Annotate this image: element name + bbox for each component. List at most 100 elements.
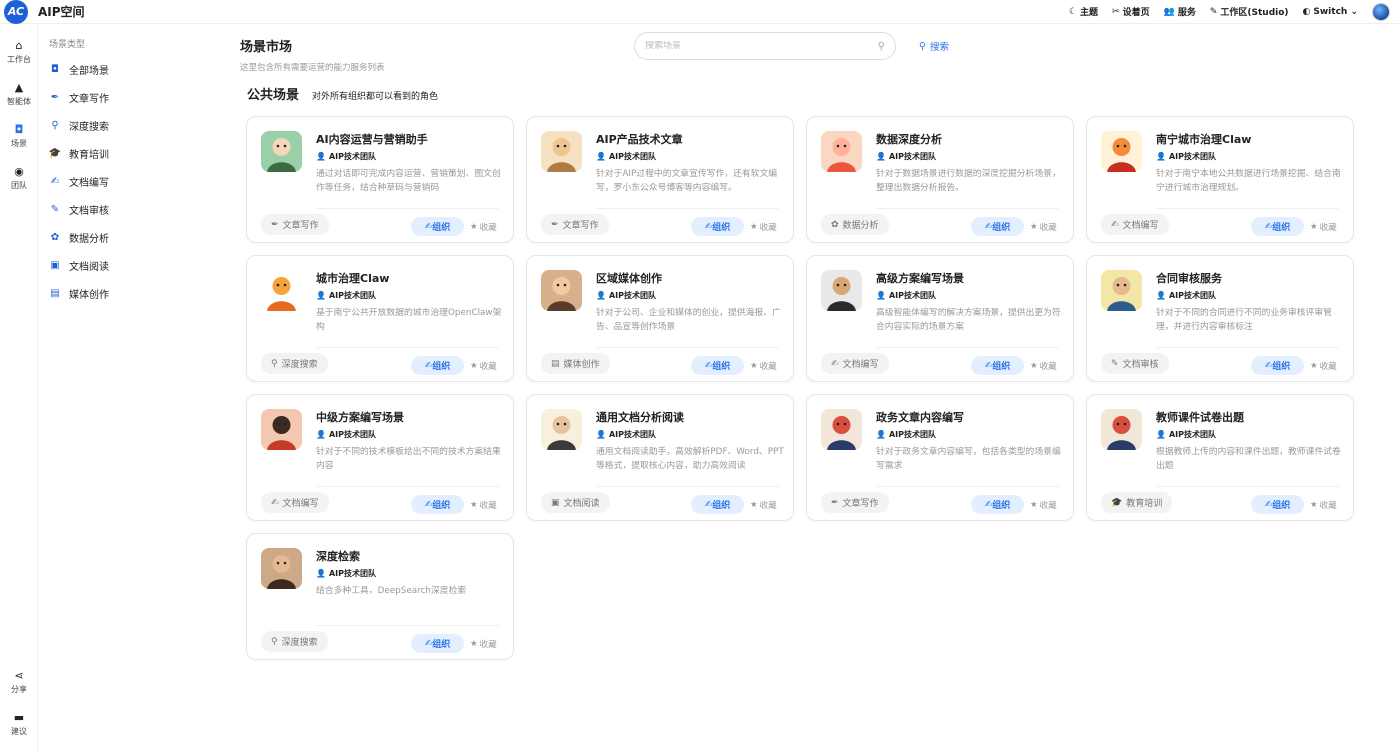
scene-card[interactable]: AI内容运营与营销助手 👤 AIP技术团队 通过对话即可完成内容运营、营销策划、图文创… [246,116,514,243]
category-label: 文档阅读 [69,262,109,273]
organization-button[interactable]: ✍ 组织 [971,217,1024,236]
scene-card[interactable]: 政务文章内容编写 👤 AIP技术团队 针对于政务文章内容编写，包括各类型的场景编写需求… [806,394,1074,521]
scene-title: 数据深度分析 [876,133,942,146]
scene-card[interactable]: 南宁城市治理Claw 👤 AIP技术团队 针对于南宁本地公共数据进行场景挖掘、结合南宁… [1086,116,1354,243]
scene-category-tag[interactable]: ⚲ 深度搜索 [261,631,328,652]
organization-button[interactable]: ✍ 组织 [1251,495,1304,514]
category-doc-review[interactable]: ✎ 文档审核 [49,202,109,217]
nav-studio[interactable]: ✎ 工作区(Studio) [1210,5,1289,19]
organization-button[interactable]: ✍ 组织 [971,356,1024,375]
rail-feedback-label: 建议 [11,727,27,736]
scene-category-tag[interactable]: ✎ 文档审核 [1101,353,1169,374]
organization-button[interactable]: ✍ 组织 [411,634,464,653]
favorite-button[interactable]: ★ 收藏 [750,360,777,372]
category-data-analysis[interactable]: ✿ 数据分析 [49,230,109,245]
favorite-button[interactable]: ★ 收藏 [1030,499,1057,511]
scene-card[interactable]: 深度检索 👤 AIP技术团队 结合多种工具，DeepSearch深度检索 ⚲ 深度搜索 ✍ 组… [246,533,514,660]
rail-scenes[interactable]: ◘ 场景 [0,124,38,149]
search-button[interactable]: ⚲ 搜索 [906,32,962,60]
rail-agents[interactable]: ▲ 智能体 [0,82,38,107]
team-name: AIP技术团队 [1168,291,1216,300]
user-avatar[interactable] [1372,2,1390,21]
tag-label: 数据分析 [842,221,879,231]
team-name: AIP技术团队 [1168,430,1216,439]
scene-card[interactable]: 合同审核服务 👤 AIP技术团队 针对于不同的合同进行不同的业务审核评审管理，并进行内… [1086,255,1354,382]
scene-card[interactable]: 数据深度分析 👤 AIP技术团队 针对于数据场景进行数据的深度挖掘分析场景，整理出数据… [806,116,1074,243]
category-deep-search[interactable]: ⚲ 深度搜索 [49,118,109,133]
scene-category-tag[interactable]: ✒ 文章写作 [821,492,889,513]
category-all[interactable]: ◘ 全部场景 [49,62,109,77]
org-label: 组织 [432,362,451,372]
scene-description: 基于南宁公共开放数据的城市治理OpenClaw架构 [316,308,502,332]
star-icon: ★ [470,500,478,510]
scene-card[interactable]: 高级方案编写场景 👤 AIP技术团队 高级智能体编写的解决方案场景，提供出更为符合内容… [806,255,1074,382]
organization-button[interactable]: ✍ 组织 [691,356,744,375]
favorite-button[interactable]: ★ 收藏 [1030,360,1057,372]
category-doc-writing[interactable]: ✍ 文档编写 [49,174,109,189]
scene-card[interactable]: 通用文档分析阅读 👤 AIP技术团队 通用文档阅读助手，高效解析PDF、Word、PP… [526,394,794,521]
org-icon: ✍ [1264,499,1273,510]
organization-button[interactable]: ✍ 组织 [1251,217,1304,236]
organization-button[interactable]: ✍ 组织 [691,217,744,236]
favorite-button[interactable]: ★ 收藏 [470,360,497,372]
category-label: 深度搜索 [69,122,109,133]
app-logo[interactable]: AC [4,0,28,24]
org-label: 组织 [992,223,1011,233]
category-media[interactable]: ▤ 媒体创作 [49,286,109,301]
rail-team[interactable]: ◉ 团队 [0,166,38,191]
favorite-button[interactable]: ★ 收藏 [470,221,497,233]
rail-share[interactable]: ⋖ 分享 [0,670,38,695]
organization-button[interactable]: ✍ 组织 [411,356,464,375]
favorite-button[interactable]: ★ 收藏 [1310,499,1337,511]
scene-card[interactable]: AIP产品技术文章 👤 AIP技术团队 针对于AIP过程中的文章宣传写作，还有软文编写… [526,116,794,243]
tag-label: 深度搜索 [281,360,318,370]
team-name: AIP技术团队 [328,430,376,439]
category-education[interactable]: 🎓 教育培训 [49,146,109,161]
rail-workbench[interactable]: ⌂ 工作台 [0,40,38,65]
favorite-button[interactable]: ★ 收藏 [1310,221,1337,233]
nav-service[interactable]: 👥 服务 [1164,5,1196,19]
scene-card[interactable]: 区域媒体创作 👤 AIP技术团队 针对于公司、企业和媒体的创业，提供海报、广告、品宣等… [526,255,794,382]
scene-category-tag[interactable]: ✍ 文档编写 [1101,214,1169,235]
scene-category-tag[interactable]: ✿ 数据分析 [821,214,889,235]
scene-category-tag[interactable]: ✍ 文档编写 [261,492,329,513]
search-icon[interactable]: ⚲ [878,41,885,52]
favorite-button[interactable]: ★ 收藏 [750,499,777,511]
favorite-button[interactable]: ★ 收藏 [470,638,497,650]
organization-button[interactable]: ✍ 组织 [691,495,744,514]
team-label: 👤 AIP技术团队 [876,290,936,301]
scene-avatar [821,270,862,311]
organization-button[interactable]: ✍ 组织 [971,495,1024,514]
scene-card[interactable]: 教师课件试卷出题 👤 AIP技术团队 根据教师上传的内容和课件出题，教师课件试卷出题 🎓… [1086,394,1354,521]
org-icon: ✍ [1264,360,1273,371]
organization-button[interactable]: ✍ 组织 [1251,356,1304,375]
scene-title: 区域媒体创作 [596,272,662,285]
scene-category-tag[interactable]: 🎓 教育培训 [1101,492,1173,513]
category-doc-reading[interactable]: ▣ 文档阅读 [49,258,109,273]
scene-category-tag[interactable]: ✍ 文档编写 [821,353,889,374]
scene-category-tag[interactable]: ✒ 文章写作 [541,214,609,235]
team-name: AIP技术团队 [608,152,656,161]
scene-category-tag[interactable]: ▤ 媒体创作 [541,353,610,374]
favorite-button[interactable]: ★ 收藏 [1030,221,1057,233]
organization-button[interactable]: ✍ 组织 [411,217,464,236]
rail-feedback[interactable]: ▬ 建议 [0,712,38,737]
scene-category-tag[interactable]: ▣ 文档阅读 [541,492,610,513]
scene-card[interactable]: 城市治理Claw 👤 AIP技术团队 基于南宁公共开放数据的城市治理OpenClaw架… [246,255,514,382]
scene-category-tag[interactable]: ✒ 文章写作 [261,214,329,235]
org-label: 组织 [432,640,451,650]
scene-description: 针对于南宁本地公共数据进行场景挖掘、结合南宁进行城市治理规划。 [1156,169,1341,193]
category-article-writing[interactable]: ✒ 文章写作 [49,90,109,105]
favorite-button[interactable]: ★ 收藏 [1310,360,1337,372]
scene-category-tag[interactable]: ⚲ 深度搜索 [261,353,328,374]
favorite-button[interactable]: ★ 收藏 [470,499,497,511]
favorite-button[interactable]: ★ 收藏 [750,221,777,233]
scene-card[interactable]: 中级方案编写场景 👤 AIP技术团队 针对于不同的技术模板给出不同的技术方案结果内容 ✍… [246,394,514,521]
scene-avatar [261,131,302,172]
nav-theme[interactable]: ☾ 主题 [1069,5,1098,19]
nav-switch[interactable]: ◐ Switch ⌄ [1303,7,1358,17]
nav-settings[interactable]: ✂ 设着页 [1112,5,1150,19]
search-input[interactable] [645,41,878,51]
organization-button[interactable]: ✍ 组织 [411,495,464,514]
org-label: 组织 [432,223,451,233]
